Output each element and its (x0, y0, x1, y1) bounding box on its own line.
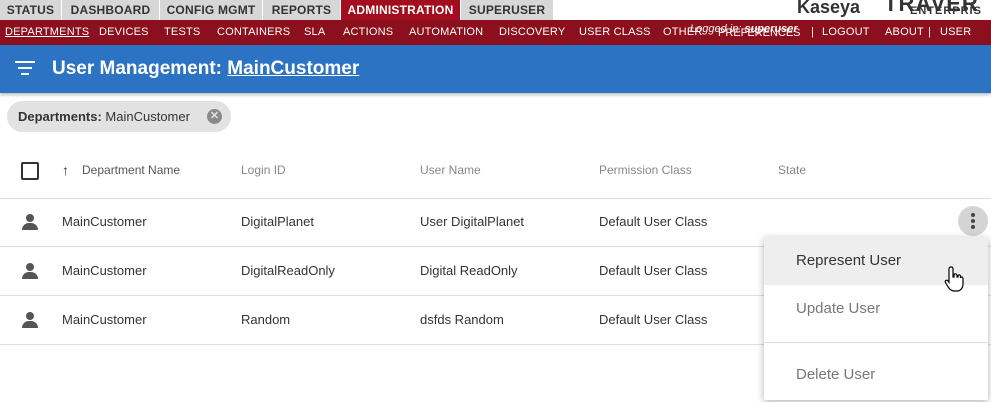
col-permission-class[interactable]: Permission Class (599, 163, 692, 177)
username: superuser (744, 23, 798, 35)
cell-department: MainCustomer (62, 263, 147, 278)
tab-dashboard[interactable]: DASHBOARD (62, 0, 160, 20)
cell-department: MainCustomer (62, 312, 147, 327)
about-link[interactable]: ABOUT (885, 20, 924, 45)
nav-discovery[interactable]: DISCOVERY (499, 20, 565, 45)
sort-ascending-icon[interactable]: ↑ (62, 162, 69, 178)
kaseya-logo: Kaseya (797, 0, 861, 17)
person-icon (22, 214, 38, 230)
menu-delete-user[interactable]: Delete User (764, 351, 988, 399)
page-title: User Management: MainCustomer (52, 58, 360, 79)
tab-reports[interactable]: REPORTS (263, 0, 341, 20)
filter-list-icon[interactable] (15, 61, 35, 77)
tab-administration[interactable]: ADMINISTRATION (341, 0, 461, 20)
chip-value: MainCustomer (105, 109, 190, 124)
cell-permission: Default User Class (599, 263, 708, 278)
row-action-menu: Represent User Update User Delete User (764, 237, 988, 400)
menu-update-user[interactable]: Update User (764, 285, 988, 333)
department-filter-chip: Departments: MainCustomer ✕ (7, 101, 231, 132)
enterprise-logo-text: ENTERPRIS (910, 5, 982, 17)
nav-devices[interactable]: DEVICES (99, 20, 149, 45)
chip-close-icon[interactable]: ✕ (207, 109, 222, 124)
col-state[interactable]: State (778, 163, 806, 177)
table-header: ↑ Department Name Login ID User Name Per… (0, 142, 991, 199)
person-icon (22, 312, 38, 328)
col-department-name[interactable]: Department Name (82, 163, 180, 177)
menu-divider (764, 342, 988, 343)
cell-user: User DigitalPlanet (420, 214, 525, 229)
cell-department: MainCustomer (62, 214, 147, 229)
nav-tests[interactable]: TESTS (164, 20, 200, 45)
person-icon (22, 263, 38, 279)
cell-permission: Default User Class (599, 312, 708, 327)
logged-in-label: Logged in: superuser (690, 23, 798, 35)
sub-nav-bar: DEPARTMENTS DEVICES TESTS CONTAINERS SLA… (0, 20, 991, 63)
more-vert-icon[interactable] (958, 206, 988, 236)
chip-label: Departments: (18, 109, 102, 124)
nav-automation[interactable]: AUTOMATION (409, 20, 483, 45)
cell-user: dsfds Random (420, 312, 504, 327)
select-all-checkbox[interactable] (21, 162, 39, 180)
top-tab-bar: STATUS DASHBOARD CONFIG MGMT REPORTS ADM… (0, 0, 991, 20)
page-header: User Management: MainCustomer (0, 45, 991, 93)
nav-user-class[interactable]: USER CLASS (579, 20, 651, 45)
cell-login: DigitalPlanet (241, 214, 314, 229)
cell-permission: Default User Class (599, 214, 708, 229)
cell-login: Random (241, 312, 291, 327)
nav-actions[interactable]: ACTIONS (343, 20, 393, 45)
tab-status[interactable]: STATUS (0, 0, 62, 20)
nav-containers[interactable]: CONTAINERS (217, 20, 290, 45)
col-login-id[interactable]: Login ID (241, 163, 286, 177)
nav-separator: | (928, 26, 931, 38)
nav-sla[interactable]: SLA (304, 20, 325, 45)
tab-superuser[interactable]: SUPERUSER (461, 0, 554, 20)
nav-departments[interactable]: DEPARTMENTS (5, 20, 89, 45)
col-user-name[interactable]: User Name (420, 163, 481, 177)
logout-link[interactable]: LOGOUT (822, 20, 870, 45)
department-link[interactable]: MainCustomer (227, 58, 359, 79)
cell-user: Digital ReadOnly (420, 263, 518, 278)
hand-cursor-icon (944, 266, 964, 292)
tab-config-mgmt[interactable]: CONFIG MGMT (160, 0, 263, 20)
cell-login: DigitalReadOnly (241, 263, 335, 278)
user-guide-link[interactable]: USER GUI (940, 20, 991, 63)
nav-separator: | (811, 26, 814, 38)
